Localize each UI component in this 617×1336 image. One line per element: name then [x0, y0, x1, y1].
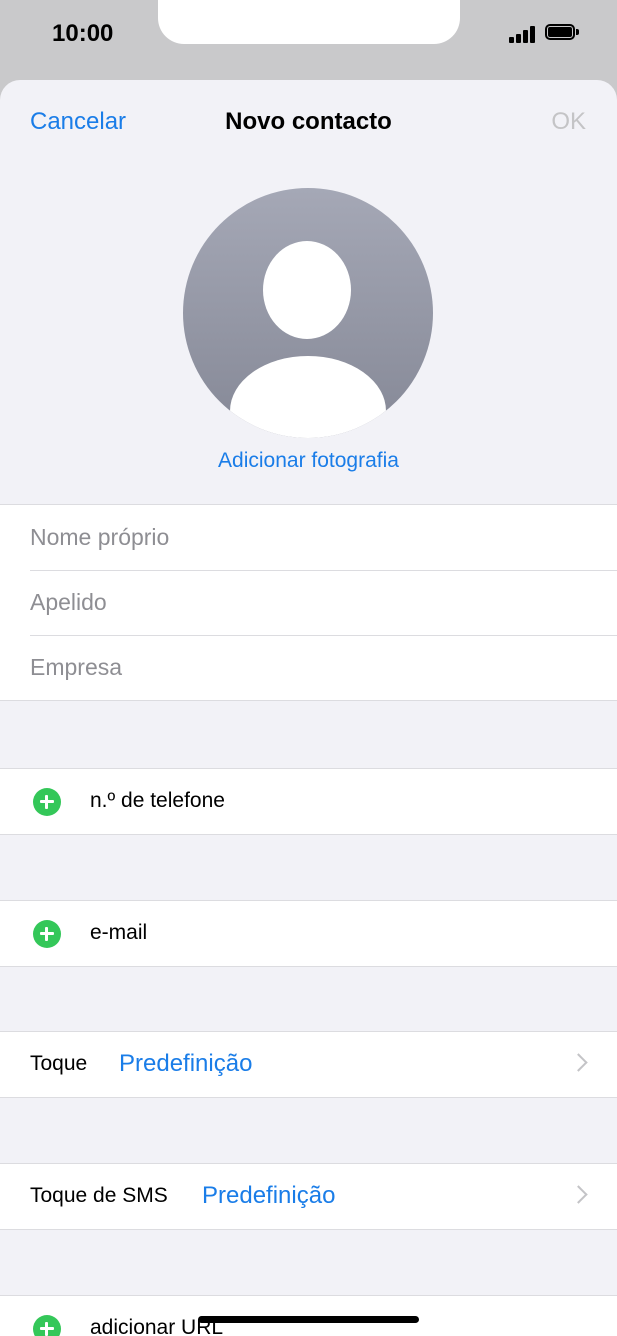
cellular-signal-icon [509, 25, 537, 43]
add-photo-button[interactable]: Adicionar fotografia [0, 449, 617, 473]
add-icon[interactable] [33, 920, 61, 948]
name-fields-group [0, 504, 617, 701]
avatar-placeholder-icon[interactable] [183, 188, 433, 438]
first-name-field[interactable] [30, 505, 590, 570]
home-indicator [198, 1316, 419, 1323]
first-name-row [0, 505, 617, 570]
phone-group: n.º de telefone [0, 768, 617, 835]
ringtone-value: Predefinição [119, 1050, 253, 1077]
ringtone-group: Toque Predefinição [0, 1031, 617, 1098]
add-email-button[interactable]: e-mail [0, 901, 617, 966]
company-field[interactable] [30, 635, 590, 700]
chevron-right-icon [569, 1185, 588, 1204]
text-tone-group: Toque de SMS Predefinição [0, 1163, 617, 1230]
last-name-field[interactable] [30, 570, 590, 635]
new-contact-sheet: Cancelar Novo contacto OK Adicionar foto… [0, 80, 617, 1336]
add-phone-button[interactable]: n.º de telefone [0, 769, 617, 834]
ok-button[interactable]: OK [551, 108, 586, 136]
ringtone-row[interactable]: Toque Predefinição [0, 1032, 617, 1097]
add-phone-label: n.º de telefone [90, 789, 225, 812]
add-icon[interactable] [33, 788, 61, 816]
chevron-right-icon [569, 1053, 588, 1072]
notch [158, 0, 460, 44]
add-email-label: e-mail [90, 921, 148, 944]
last-name-row [0, 570, 617, 635]
text-tone-value: Predefinição [202, 1182, 336, 1209]
company-row [0, 635, 617, 700]
page-title: Novo contacto [225, 108, 392, 135]
text-tone-label: Toque de SMS [30, 1184, 168, 1207]
text-tone-row[interactable]: Toque de SMS Predefinição [0, 1164, 617, 1229]
battery-icon [545, 24, 581, 42]
add-icon[interactable] [33, 1315, 61, 1336]
ringtone-label: Toque [30, 1052, 88, 1075]
email-group: e-mail [0, 900, 617, 967]
status-time: 10:00 [52, 20, 114, 47]
status-bar: 10:00 [0, 0, 617, 80]
navigation-bar: Cancelar Novo contacto OK [0, 80, 617, 164]
